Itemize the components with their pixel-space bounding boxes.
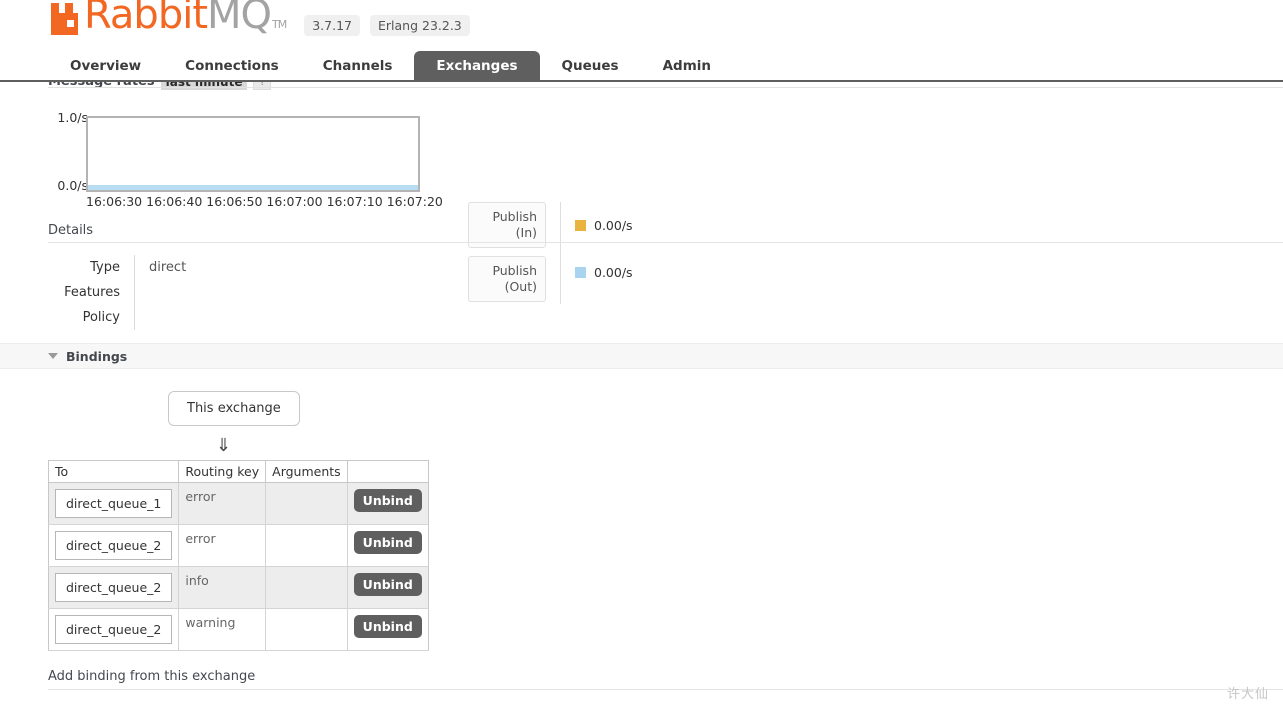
tab-connections[interactable]: Connections — [163, 51, 301, 82]
message-rates-header: Message rates last minute ? — [0, 82, 1283, 94]
details-row-policy: Policy — [48, 305, 409, 330]
main-navigation-tabs: Overview Connections Channels Exchanges … — [0, 46, 1283, 82]
binding-arguments-cell — [265, 608, 348, 651]
binding-to-cell: direct_queue_1 — [48, 482, 180, 525]
add-binding-divider — [48, 689, 1283, 690]
x-tick-1: 16:06:40 — [146, 194, 203, 209]
chevron-down-icon[interactable] — [48, 353, 58, 359]
binding-to-cell: direct_queue_2 — [48, 566, 180, 609]
queue-link[interactable]: direct_queue_2 — [55, 615, 173, 644]
tab-overview[interactable]: Overview — [48, 51, 163, 82]
erlang-version-badge: Erlang 23.2.3 — [370, 14, 470, 36]
tab-exchanges[interactable]: Exchanges — [414, 51, 540, 82]
details-key-features: Features — [64, 285, 120, 300]
brand-logo[interactable]: RabbitMQTM 3.7.17 Erlang 23.2.3 — [48, 0, 480, 46]
tab-queues[interactable]: Queues — [540, 51, 641, 82]
binding-routing-key-cell: error — [178, 482, 267, 525]
details-section: Type direct Features Policy — [0, 255, 1283, 330]
binding-action-cell: Unbind — [347, 566, 429, 609]
details-key-policy: Policy — [82, 310, 120, 325]
app-header: RabbitMQTM 3.7.17 Erlang 23.2.3 — [0, 0, 1283, 46]
binding-routing-key-cell: error — [178, 524, 267, 567]
bindings-table-head: To Routing key Arguments — [48, 460, 429, 483]
details-table: Type direct Features Policy — [48, 255, 409, 330]
bindings-heading: Bindings — [66, 348, 128, 364]
details-heading: Details — [48, 219, 1283, 243]
watermark: 许大仙 — [1226, 687, 1269, 702]
binding-arguments-cell — [265, 566, 348, 609]
unbind-button[interactable]: Unbind — [353, 531, 422, 554]
bindings-table-wrapper: To Routing key Arguments direct_queue_1 … — [0, 460, 1283, 651]
binding-routing-key-cell: info — [178, 566, 267, 609]
x-tick-2: 16:06:50 — [206, 194, 263, 209]
details-row-features: Features — [48, 280, 409, 305]
table-row: direct_queue_2 info Unbind — [48, 566, 429, 609]
details-value-features — [134, 280, 409, 305]
bindings-table-body: direct_queue_1 error Unbind direct_queue… — [48, 482, 429, 651]
column-header-arguments: Arguments — [265, 460, 348, 483]
details-row-type: Type direct — [48, 255, 409, 280]
queue-link[interactable]: direct_queue_1 — [55, 489, 173, 518]
this-exchange-button[interactable]: This exchange — [168, 391, 300, 426]
x-tick-3: 16:07:00 — [266, 194, 323, 209]
binding-to-cell: direct_queue_2 — [48, 524, 180, 567]
table-row: direct_queue_2 warning Unbind — [48, 608, 429, 651]
unbind-button[interactable]: Unbind — [353, 489, 422, 512]
x-tick-0: 16:06:30 — [86, 194, 143, 209]
trademark-symbol: TM — [272, 18, 287, 31]
double-down-arrow-icon: ⇓ — [216, 435, 232, 456]
bindings-table: To Routing key Arguments direct_queue_1 … — [48, 460, 429, 651]
x-axis-ticks: 16:06:30 16:06:40 16:06:50 16:07:00 16:0… — [86, 194, 443, 209]
this-exchange-block: This exchange ⇓ — [0, 391, 1283, 455]
tab-channels[interactable]: Channels — [301, 51, 415, 82]
unbind-button[interactable]: Unbind — [353, 615, 422, 638]
chart-series-publish-out-area — [88, 185, 418, 190]
binding-routing-key-cell: warning — [178, 608, 267, 651]
x-tick-5: 16:07:20 — [386, 194, 443, 209]
unbind-button[interactable]: Unbind — [353, 573, 422, 596]
column-header-routing-key: Routing key — [178, 460, 267, 483]
table-row: direct_queue_2 error Unbind — [48, 524, 429, 567]
help-icon[interactable]: ? — [253, 82, 272, 90]
table-row: direct_queue_1 error Unbind — [48, 482, 429, 525]
bindings-section-header[interactable]: Bindings — [0, 343, 1283, 369]
brand-rabbit-text: Rabbit — [84, 0, 208, 38]
column-header-actions — [347, 460, 429, 483]
rabbitmq-logo-icon — [48, 3, 82, 37]
chart-plot-wrapper: 1.0/s 0.0/s 16:06:30 16:06:40 16:06:50 1… — [48, 110, 442, 209]
y-axis-tick-min: 0.0/s — [57, 178, 88, 193]
brand-mq-text: MQ — [207, 0, 272, 38]
queue-link[interactable]: direct_queue_2 — [55, 531, 173, 560]
binding-arguments-cell — [265, 524, 348, 567]
binding-action-cell: Unbind — [347, 524, 429, 567]
version-badges: 3.7.17 Erlang 23.2.3 — [304, 5, 480, 36]
details-value-type: direct — [134, 255, 409, 280]
rabbitmq-version-badge: 3.7.17 — [304, 14, 360, 36]
bindings-header-row: To Routing key Arguments — [48, 460, 429, 483]
column-header-to: To — [48, 460, 180, 483]
binding-to-cell: direct_queue_2 — [48, 608, 180, 651]
binding-action-cell: Unbind — [347, 608, 429, 651]
binding-arguments-cell — [265, 482, 348, 525]
add-binding-heading[interactable]: Add binding from this exchange — [0, 669, 1283, 684]
brand-wordmark: RabbitMQTM — [84, 0, 287, 46]
details-value-policy — [134, 305, 409, 330]
details-key-type: Type — [90, 260, 120, 275]
x-tick-4: 16:07:10 — [326, 194, 383, 209]
tab-admin[interactable]: Admin — [641, 51, 733, 82]
message-rates-chart: 1.0/s 0.0/s 16:06:30 16:06:40 16:06:50 1… — [0, 94, 1283, 304]
chart-plot-area — [86, 116, 420, 192]
message-rates-period[interactable]: last minute — [160, 82, 248, 90]
queue-link[interactable]: direct_queue_2 — [55, 573, 173, 602]
y-axis-tick-max: 1.0/s — [57, 110, 88, 125]
binding-action-cell: Unbind — [347, 482, 429, 525]
